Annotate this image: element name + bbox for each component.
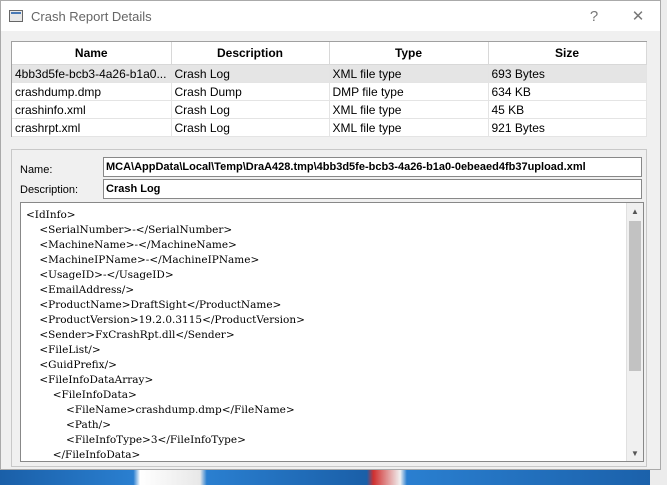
file-name-cell: crashinfo.xml [12, 100, 172, 119]
file-row[interactable]: crashrpt.xml Crash Log XML file type 921… [12, 118, 647, 137]
chevron-up-icon[interactable]: ▲ [627, 203, 643, 219]
xml-line: <SerialNumber>-</SerialNumber> [39, 224, 233, 236]
file-row[interactable]: crashinfo.xml Crash Log XML file type 45… [12, 100, 647, 119]
file-size-cell: 693 Bytes [488, 64, 647, 83]
xml-line: <UsageID>-</UsageID> [39, 269, 174, 281]
xml-line: <MachineName>-</MachineName> [39, 239, 237, 251]
help-button[interactable]: ? [572, 1, 616, 31]
vertical-scrollbar[interactable]: ▲ ▼ [626, 203, 643, 461]
xml-line: <FileInfoDataArray> [39, 374, 154, 386]
column-header-name[interactable]: Name [12, 42, 172, 65]
xml-line: <ProductName>DraftSight</ProductName> [39, 299, 282, 311]
files-header-row: Name Description Type Size [12, 42, 647, 65]
column-header-size[interactable]: Size [488, 42, 647, 65]
file-description-cell: Crash Log [171, 118, 330, 137]
file-name-cell: crashrpt.xml [12, 118, 172, 137]
xml-line: <ProductVersion>19.2.0.3115</ProductVers… [39, 314, 305, 326]
xml-line: <IdInfo> [26, 209, 76, 221]
file-description-cell: Crash Log [171, 64, 330, 83]
name-field[interactable]: MCA\AppData\Local\Temp\DraA428.tmp\4bb3d… [103, 157, 642, 177]
xml-line: <FileInfoType>3</FileInfoType> [66, 434, 246, 446]
files-list: Name Description Type Size 4bb3d5fe-bcb3… [11, 41, 647, 137]
window-icon [9, 10, 23, 22]
file-type-cell: XML file type [329, 118, 489, 137]
description-field[interactable]: Crash Log [103, 179, 642, 199]
file-size-cell: 921 Bytes [488, 118, 647, 137]
xml-line: <Path/> [66, 419, 112, 431]
column-header-type[interactable]: Type [329, 42, 489, 65]
xml-line: <Sender>FxCrashRpt.dll</Sender> [39, 329, 235, 341]
file-size-cell: 634 KB [488, 82, 647, 101]
file-name-cell: crashdump.dmp [12, 82, 172, 101]
chevron-down-icon[interactable]: ▼ [627, 445, 643, 461]
xml-line: <FileList/> [39, 344, 101, 356]
xml-content-view[interactable]: <IdInfo> <SerialNumber>-</SerialNumber> … [20, 202, 644, 462]
window-title: Crash Report Details [31, 8, 152, 24]
xml-content-text: <IdInfo> <SerialNumber>-</SerialNumber> … [26, 208, 625, 461]
xml-line: <FileInfoData> [52, 389, 137, 401]
xml-line: <GuidPrefix/> [39, 359, 117, 371]
name-label: Name: [20, 164, 53, 176]
file-type-cell: XML file type [329, 64, 489, 83]
file-row[interactable]: crashdump.dmp Crash Dump DMP file type 6… [12, 82, 647, 101]
file-row[interactable]: 4bb3d5fe-bcb3-4a26-b1a0... Crash Log XML… [12, 64, 647, 83]
file-type-cell: DMP file type [329, 82, 489, 101]
description-label: Description: [20, 184, 79, 196]
xml-line: </FileInfoData> [52, 449, 141, 461]
files-table: Name Description Type Size 4bb3d5fe-bcb3… [12, 42, 647, 137]
details-group: Name: MCA\AppData\Local\Temp\DraA428.tmp… [11, 149, 647, 467]
xml-line: <FileName>crashdump.dmp</FileName> [66, 404, 295, 416]
scrollbar-thumb[interactable] [629, 221, 641, 371]
file-description-cell: Crash Log [171, 100, 330, 119]
background-taskbar-strip [0, 468, 667, 485]
xml-line: <EmailAddress/> [39, 284, 135, 296]
xml-line: <MachineIPName>-</MachineIPName> [39, 254, 260, 266]
file-description-cell: Crash Dump [171, 82, 330, 101]
column-header-description[interactable]: Description [171, 42, 330, 65]
file-name-cell: 4bb3d5fe-bcb3-4a26-b1a0... [12, 64, 172, 83]
close-button[interactable]: ✕ [616, 1, 660, 31]
name-value: MCA\AppData\Local\Temp\DraA428.tmp\4bb3d… [106, 161, 586, 173]
file-type-cell: XML file type [329, 100, 489, 119]
title-bar: Crash Report Details ? ✕ [1, 1, 660, 31]
crash-report-dialog: Crash Report Details ? ✕ Name Descriptio… [0, 0, 661, 470]
file-size-cell: 45 KB [488, 100, 647, 119]
